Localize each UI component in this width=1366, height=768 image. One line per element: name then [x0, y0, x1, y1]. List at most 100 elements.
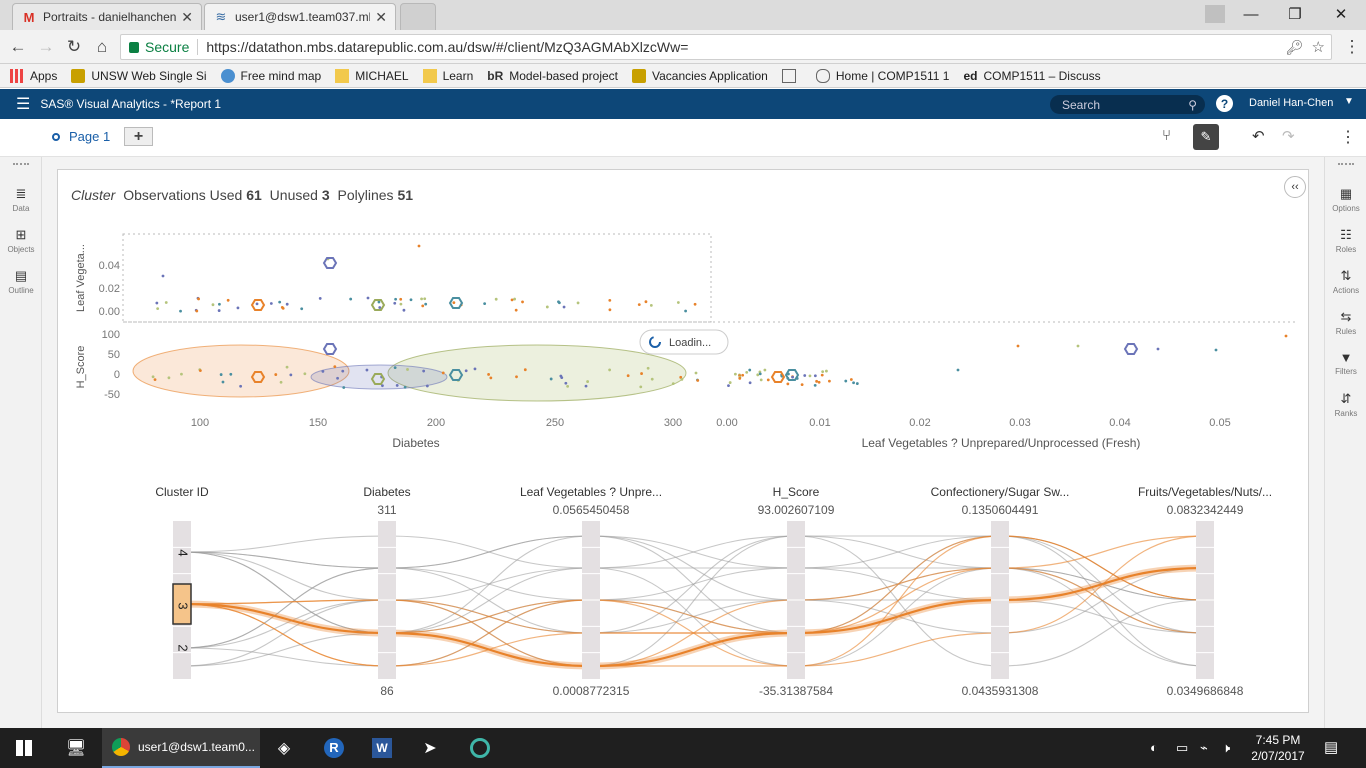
url-field[interactable]: Secure https://datathon.mbs.datarepublic…: [120, 34, 1332, 60]
scatter-point: [791, 375, 795, 379]
more-options-icon[interactable]: ⋮: [1340, 127, 1356, 147]
battery-icon[interactable]: ▭: [1176, 740, 1188, 756]
hamburger-menu-icon[interactable]: ☰: [16, 94, 30, 114]
secure-indicator[interactable]: Secure: [121, 39, 189, 55]
cluster-id-label[interactable]: 3: [176, 602, 191, 609]
scatter-point: [269, 302, 273, 305]
scatter-point: [424, 302, 428, 306]
scatter-point: [1284, 334, 1288, 338]
chrome-menu-icon[interactable]: ⋮: [1340, 36, 1364, 58]
minimize-icon[interactable]: —: [1228, 0, 1274, 28]
bookmark-apps[interactable]: Apps: [10, 68, 57, 83]
bookmark-mindmap[interactable]: Free mind map: [220, 68, 321, 83]
scatter-point: [393, 366, 397, 370]
forward-icon[interactable]: →: [34, 36, 58, 58]
scatter-point: [820, 373, 824, 377]
scatter-point: [745, 370, 749, 374]
search-icon[interactable]: ⚲: [1188, 98, 1197, 112]
home-icon[interactable]: ⌂: [90, 36, 114, 58]
rail-rules[interactable]: ⇆ Rules: [1325, 302, 1366, 342]
bookmark-comp1511-discuss[interactable]: ed COMP1511 – Discuss: [963, 69, 1100, 83]
key-icon[interactable]: 🔑︎: [1286, 39, 1304, 56]
rail-ranks[interactable]: ⇵ Ranks: [1325, 384, 1366, 424]
taskbar-chrome-window[interactable]: user1@dsw1.team0...: [102, 728, 260, 768]
cluster-id-label[interactable]: 2: [176, 644, 191, 651]
r-icon[interactable]: R: [316, 734, 352, 762]
url-text: https://datathon.mbs.datarepublic.com.au…: [206, 39, 689, 55]
bookmark-doc[interactable]: [781, 68, 802, 83]
right-rail: ▦ Options ☷ Roles ⇅ Actions ⇆ Rules ▼ Filters…: [1324, 157, 1366, 728]
scatter-point: [515, 375, 518, 379]
league-icon[interactable]: ◈: [266, 734, 302, 762]
maximize-icon[interactable]: ❐: [1272, 0, 1318, 28]
rail-outline[interactable]: ▤ Outline: [0, 261, 42, 301]
undo-icon[interactable]: ↶: [1252, 127, 1265, 145]
word-icon[interactable]: W: [364, 734, 400, 762]
scatter-point: [402, 308, 406, 312]
rail-actions[interactable]: ⇅ Actions: [1325, 261, 1366, 301]
desktop-icon[interactable]: 🖥︎: [58, 734, 94, 762]
collapse-right-handle[interactable]: [1338, 163, 1354, 169]
scatter-point: [758, 372, 762, 376]
collapse-left-handle[interactable]: [13, 163, 29, 169]
tab-sas-client[interactable]: ≋ user1@dsw1.team037.mb ✕: [204, 3, 396, 30]
cluster-report-object[interactable]: Cluster Observations Used 61 Unused 3 Po…: [57, 169, 1309, 713]
tab-page-1[interactable]: Page 1: [52, 129, 110, 144]
bookmark-learn[interactable]: Learn: [422, 68, 473, 83]
x-tick: 250: [546, 417, 564, 429]
y-label-bottom: H_Score: [75, 346, 87, 389]
pc-axis-title: Fruits/Vegetables/Nuts/...: [1138, 485, 1272, 499]
chevron-down-icon[interactable]: ▼: [1344, 96, 1354, 107]
redo-icon[interactable]: ↷: [1282, 127, 1295, 145]
bookmark-vacancies[interactable]: Vacancies Application: [632, 68, 768, 83]
rail-filters[interactable]: ▼ Filters: [1325, 343, 1366, 383]
rail-roles[interactable]: ☷ Roles: [1325, 220, 1366, 260]
back-icon[interactable]: ←: [6, 36, 30, 58]
scatter-point: [422, 369, 426, 373]
window-close-icon[interactable]: ✕: [1318, 0, 1364, 28]
help-icon[interactable]: ?: [1216, 95, 1233, 112]
volume-mute-icon[interactable]: 🕨︎: [1222, 740, 1230, 756]
cluster-id-label[interactable]: 4: [176, 549, 191, 556]
user-menu[interactable]: Daniel Han-Chen: [1249, 97, 1333, 109]
x-tick: 200: [427, 417, 445, 429]
scatter-point: [738, 376, 742, 380]
new-tab-button[interactable]: [400, 3, 436, 30]
rail-options[interactable]: ▦ Options: [1325, 179, 1366, 219]
bookmark-model-based[interactable]: bR Model-based project: [487, 69, 618, 83]
reload-icon[interactable]: ↻: [62, 36, 86, 58]
bookmark-unsw[interactable]: UNSW Web Single Si: [71, 68, 207, 83]
bookmark-michael[interactable]: MICHAEL: [335, 68, 409, 83]
app-ring-icon[interactable]: [462, 734, 498, 762]
bookmark-comp1511-home[interactable]: Home | COMP1511 1: [815, 68, 949, 83]
rail-data[interactable]: ≣ Data: [0, 179, 42, 219]
branch-icon[interactable]: ⑂: [1162, 127, 1171, 144]
cluster-visualization[interactable]: Leaf Vegeta... H_Score 0.04 0.02 0.00 10…: [58, 170, 1308, 712]
tab-portraits[interactable]: M Portraits - danielhanchen ✕: [12, 3, 202, 30]
search-input[interactable]: Search ⚲: [1050, 95, 1205, 114]
scatter-point: [584, 384, 588, 388]
scatter-point: [676, 301, 680, 304]
wifi-icon[interactable]: ⌁: [1200, 740, 1208, 756]
cloud-icon: [815, 68, 830, 83]
scatter-point: [342, 386, 346, 389]
close-icon[interactable]: ✕: [181, 9, 193, 26]
scatter-point: [1076, 344, 1080, 348]
star-icon[interactable]: ☆: [1312, 38, 1325, 56]
close-icon[interactable]: ✕: [375, 9, 387, 26]
add-page-button[interactable]: +: [124, 127, 153, 146]
scatter-point: [399, 302, 403, 306]
x-tick: 150: [309, 417, 327, 429]
clock[interactable]: 7:45 PM 2/07/2017: [1248, 732, 1308, 764]
windows-start-icon[interactable]: [6, 734, 42, 762]
scatter-point: [423, 297, 427, 301]
rail-objects[interactable]: ⊞ Objects: [0, 220, 42, 260]
notifications-icon[interactable]: ▤: [1324, 738, 1338, 756]
scatter-point: [255, 302, 259, 306]
scatter-point: [399, 297, 403, 301]
pc-axis-title: H_Score: [773, 485, 820, 499]
network-icon[interactable]: ◐: [1150, 740, 1158, 755]
edit-mode-icon[interactable]: ✎: [1193, 124, 1219, 150]
send-icon[interactable]: ➤: [412, 734, 448, 762]
scatter-point: [803, 374, 807, 377]
